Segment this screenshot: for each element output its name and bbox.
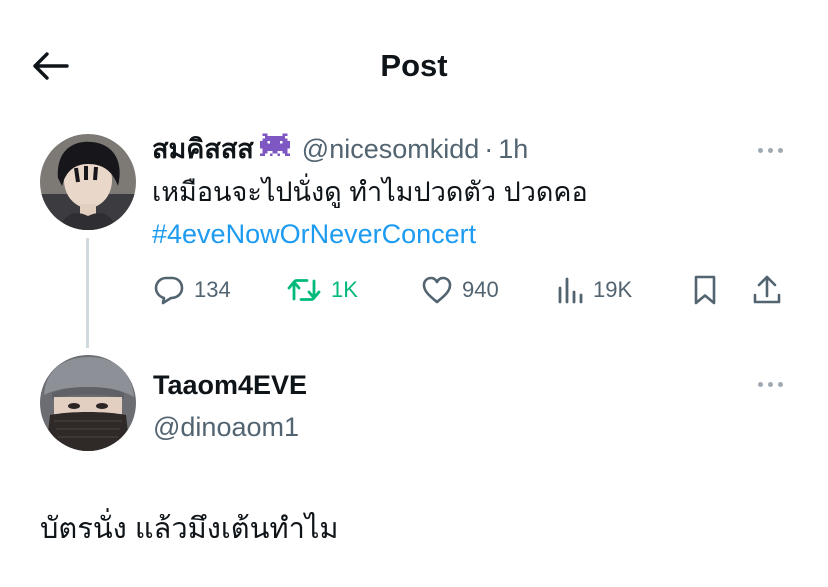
thread-connector-line bbox=[86, 238, 89, 348]
post-author-row: สมคิสสส @nicesomkidd · 1h bbox=[152, 132, 528, 166]
more-dot-icon bbox=[777, 381, 783, 387]
heart-icon bbox=[422, 276, 452, 304]
post-timestamp[interactable]: 1h bbox=[498, 134, 528, 165]
reply-author-display-name[interactable]: Taaom4EVE bbox=[153, 368, 307, 402]
post-hashtag-link[interactable]: #4eveNowOrNeverConcert bbox=[152, 214, 476, 255]
reply-bubble-icon bbox=[154, 276, 184, 305]
more-dot-icon bbox=[767, 147, 773, 153]
post-text: เหมือนจะไปนั่งดู ทำไมปวดตัว ปวดคอ bbox=[152, 177, 588, 207]
author-display-name[interactable]: สมคิสสส bbox=[152, 132, 254, 166]
reply-author-handle[interactable]: @dinoaom1 bbox=[153, 410, 299, 444]
like-button[interactable]: 940 bbox=[421, 270, 499, 310]
repost-icon bbox=[287, 279, 321, 301]
repost-button[interactable]: 1K bbox=[286, 270, 358, 310]
share-upload-icon bbox=[753, 275, 781, 304]
app-header: Post bbox=[0, 0, 828, 130]
reply-button[interactable]: 134 bbox=[153, 270, 231, 310]
more-dot-icon bbox=[777, 147, 783, 153]
reply-count: 134 bbox=[194, 277, 231, 302]
like-count: 940 bbox=[462, 277, 499, 302]
more-dot-icon bbox=[767, 381, 773, 387]
bar-chart-icon bbox=[558, 277, 583, 304]
repost-count: 1K bbox=[331, 277, 358, 302]
views-button[interactable]: 19K bbox=[556, 270, 632, 310]
more-dot-icon bbox=[757, 381, 763, 387]
avatar-original-author[interactable] bbox=[40, 134, 136, 230]
page-title: Post bbox=[380, 48, 448, 83]
view-count: 19K bbox=[593, 277, 633, 302]
avatar-reply-author[interactable] bbox=[40, 355, 136, 451]
author-handle[interactable]: @nicesomkidd bbox=[302, 132, 479, 166]
more-dot-icon bbox=[757, 147, 763, 153]
share-button[interactable] bbox=[752, 270, 782, 310]
separator-dot: · bbox=[484, 133, 494, 164]
reply-text: บัตรนั่ง แล้วมึงเต้นทำไม bbox=[40, 513, 339, 545]
alien-monster-icon bbox=[259, 132, 290, 166]
bookmark-icon bbox=[694, 275, 716, 305]
bookmark-button[interactable] bbox=[692, 270, 718, 310]
reply-more-options-button[interactable] bbox=[750, 372, 790, 396]
post-more-options-button[interactable] bbox=[750, 138, 790, 162]
